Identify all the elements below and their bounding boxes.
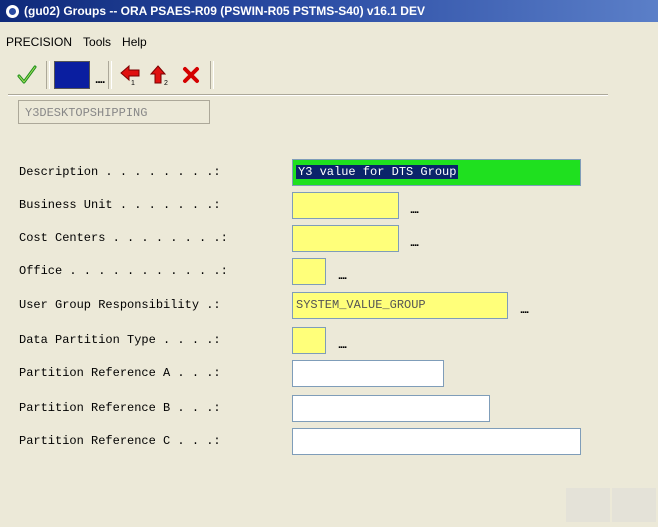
data-partition-type-lookup-button[interactable]: .... [338,339,347,351]
back-button[interactable]: 1 [116,61,146,89]
form-row-description: Description . . . . . . . .: Y3 value fo… [0,157,658,189]
partition-reference-c-input[interactable] [292,428,581,455]
app-icon [6,4,19,18]
field-label: Office . . . . . . . . . . .: [19,264,228,278]
browse-button[interactable]: .... [95,64,105,86]
field-label: Business Unit . . . . . . .: [19,198,221,212]
partition-reference-a-input[interactable] [292,360,444,387]
form-row-user-group-responsibility: User Group Responsibility .: SYSTEM_VALU… [0,290,658,322]
field-label: User Group Responsibility .: [19,298,221,312]
toolbar-separator [46,61,50,89]
toolbar-divider [8,94,608,96]
up-button[interactable]: 2 [146,61,176,89]
menu-tools[interactable]: Tools [83,35,111,49]
group-key-field: Y3DESKTOPSHIPPING [18,100,210,124]
window-title: (gu02) Groups -- ORA PSAES-R09 (PSWIN-R0… [24,4,425,18]
menu-precision[interactable]: PRECISION [6,35,72,49]
description-value: Y3 value for DTS Group [296,165,459,179]
close-icon [183,67,200,83]
toolbar-separator [210,61,215,89]
up-arrow-icon: 2 [150,65,168,86]
description-input[interactable]: Y3 value for DTS Group [292,159,581,186]
field-label: Partition Reference B . . .: [19,401,221,415]
form-row-partition-reference-c: Partition Reference C . . .: [0,426,658,458]
hidden-button[interactable] [612,488,656,522]
title-bar: (gu02) Groups -- ORA PSAES-R09 (PSWIN-R0… [0,0,658,22]
left-arrow-icon: 1 [120,64,140,86]
field-label: Cost Centers . . . . . . . .: [19,231,228,245]
field-label: Partition Reference C . . .: [19,434,221,448]
menu-bar: PRECISION Tools Help [0,32,658,52]
checkmark-icon [17,65,37,84]
form-row-data-partition-type: Data Partition Type . . . .: .... [0,325,658,357]
field-label: Description . . . . . . . .: [19,165,221,179]
business-unit-input[interactable] [292,192,399,219]
user-group-responsibility-input[interactable]: SYSTEM_VALUE_GROUP [292,292,508,319]
cost-centers-lookup-button[interactable]: .... [410,237,419,249]
hidden-button[interactable] [566,488,610,522]
user-group-responsibility-lookup-button[interactable]: .... [520,304,529,316]
ok-button[interactable] [12,61,42,89]
svg-text:1: 1 [131,80,135,86]
form-row-cost-centers: Cost Centers . . . . . . . .: .... [0,223,658,255]
form-row-partition-reference-b: Partition Reference B . . .: [0,393,658,425]
form-row-office: Office . . . . . . . . . . .: .... [0,256,658,288]
form-row-business-unit: Business Unit . . . . . . .: .... [0,190,658,222]
delete-button[interactable] [176,61,206,89]
color-swatch-button[interactable] [54,61,90,89]
office-lookup-button[interactable]: .... [338,270,347,282]
business-unit-lookup-button[interactable]: .... [410,204,419,216]
cost-centers-input[interactable] [292,225,399,252]
partition-reference-b-input[interactable] [292,395,490,422]
toolbar: .... 1 2 [12,59,218,91]
svg-text:2: 2 [164,80,168,86]
data-partition-type-input[interactable] [292,327,326,354]
toolbar-separator [108,61,113,89]
form-row-partition-reference-a: Partition Reference A . . .: [0,358,658,390]
field-label: Partition Reference A . . .: [19,366,221,380]
office-input[interactable] [292,258,326,285]
field-label: Data Partition Type . . . .: [19,333,221,347]
menu-help[interactable]: Help [122,35,147,49]
